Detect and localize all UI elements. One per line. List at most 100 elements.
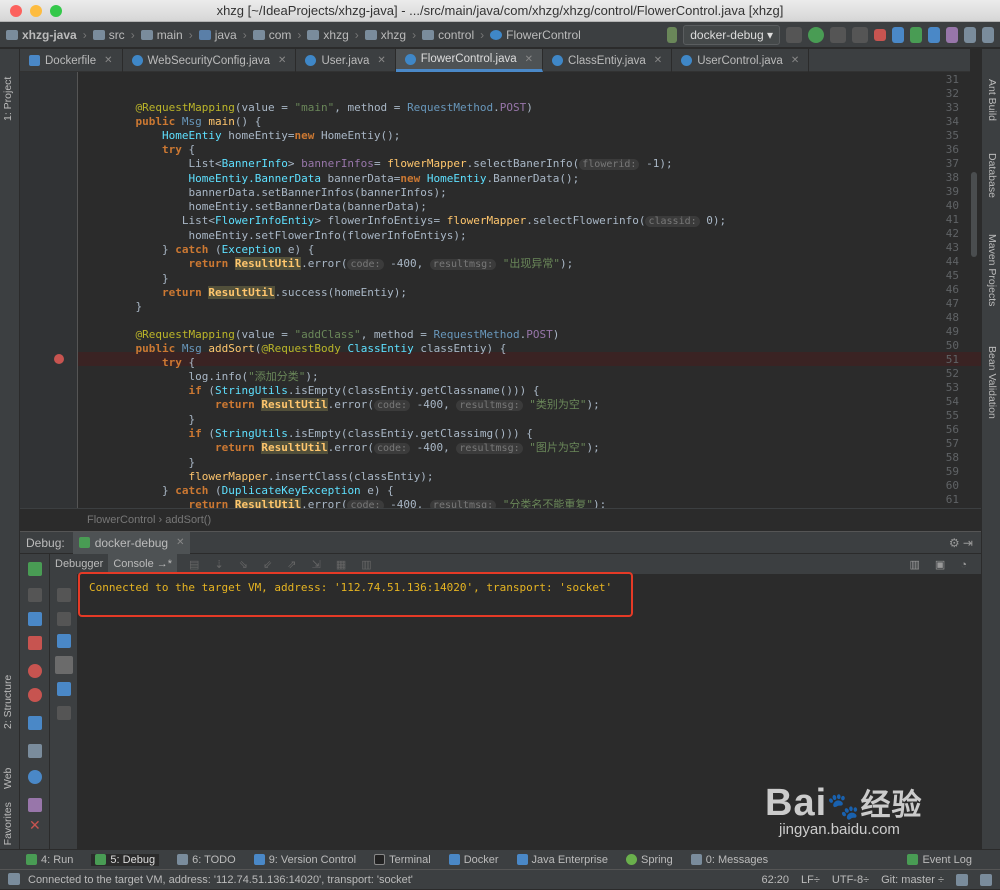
tool-event-log[interactable]: Event Log <box>907 854 972 866</box>
profile-icon[interactable] <box>852 27 868 43</box>
code-content[interactable]: @RequestMapping(value = "main", method =… <box>109 73 726 508</box>
file-encoding[interactable]: UTF-8÷ <box>832 870 869 890</box>
web-panel-toggle[interactable]: Web <box>2 768 14 789</box>
close-tab-icon[interactable]: ✕ <box>791 55 799 66</box>
stop-icon[interactable] <box>874 29 886 41</box>
revert-icon[interactable] <box>946 27 958 43</box>
inspector-icon[interactable] <box>980 874 992 886</box>
coverage-icon[interactable] <box>830 27 846 43</box>
line-number: 54 <box>945 395 959 408</box>
class-icon <box>681 55 693 66</box>
tab-user[interactable]: User.java ✕ <box>296 49 396 72</box>
debug-icon <box>78 537 90 548</box>
close-tab-icon[interactable]: ✕ <box>654 55 662 66</box>
breadcrumb-class-name[interactable]: FlowerControl <box>87 514 155 526</box>
close-tab-icon[interactable]: ✕ <box>176 537 184 548</box>
console-actions-toolbar <box>50 574 78 849</box>
scroll-to-end-icon[interactable] <box>55 656 73 674</box>
breadcrumb-project[interactable]: xhzg-java › <box>6 28 87 42</box>
tool-version-control[interactable]: 9: Version Control <box>253 854 356 866</box>
lock-icon[interactable] <box>956 874 968 886</box>
close-window-button[interactable] <box>10 5 22 17</box>
search-everywhere-icon[interactable] <box>982 27 994 43</box>
breadcrumb-src[interactable]: src › <box>92 28 135 42</box>
tool-run[interactable]: 4: Run <box>26 854 73 866</box>
tab-dockerfile[interactable]: Dockerfile ✕ <box>20 49 123 72</box>
debug-session-tab[interactable]: docker-debug ✕ <box>72 531 191 554</box>
tab-debugger[interactable]: Debugger <box>50 554 108 574</box>
get-thread-dump-icon[interactable] <box>28 716 42 730</box>
breakpoint-icon[interactable] <box>54 354 64 364</box>
breadcrumb-method-name[interactable]: addSort() <box>165 514 211 526</box>
breadcrumb-main[interactable]: main › <box>140 28 193 42</box>
project-structure-icon[interactable] <box>964 27 976 43</box>
debug-actions-toolbar: ✕ <box>20 554 50 849</box>
project-panel-toggle[interactable]: 1: Project <box>2 77 14 121</box>
tool-messages[interactable]: 0: Messages <box>690 854 768 866</box>
tool-docker[interactable]: Docker <box>448 854 499 866</box>
clear-all-icon[interactable] <box>57 706 71 720</box>
mute-breakpoints-icon[interactable] <box>28 688 42 702</box>
close-icon[interactable]: ✕ <box>29 818 41 834</box>
step-controls[interactable]: ▤ ⇣ ⇘ ⇙ ⇗ ⇲ ▦ ▥ <box>189 558 378 571</box>
breadcrumb-xhzg2[interactable]: xhzg › <box>364 28 416 42</box>
breadcrumb-com[interactable]: com › <box>252 28 301 42</box>
breadcrumb-class[interactable]: FlowerControl <box>490 28 581 42</box>
view-breakpoints-icon[interactable] <box>28 664 42 678</box>
tool-spring[interactable]: Spring <box>625 854 673 866</box>
structure-panel-toggle[interactable]: 2: Structure <box>2 675 14 729</box>
print-icon[interactable] <box>57 682 71 696</box>
close-tab-icon[interactable]: ✕ <box>278 55 286 66</box>
editor-scrollbar[interactable] <box>971 172 977 257</box>
layout-icons[interactable]: ▥ ▣ ◔ <box>909 558 973 571</box>
code-breadcrumb: FlowerControl › addSort() <box>20 508 981 530</box>
down-icon[interactable] <box>57 612 71 626</box>
breadcrumb-control[interactable]: control › <box>422 28 484 42</box>
tab-classentiy[interactable]: ClassEntiy.java ✕ <box>543 49 673 72</box>
settings-icon[interactable] <box>28 770 42 784</box>
minimize-window-button[interactable] <box>30 5 42 17</box>
maven-panel-toggle[interactable]: Maven Projects <box>986 234 998 306</box>
settings-icon[interactable]: ⚙ ⇥ <box>949 536 973 550</box>
vcs-history-icon[interactable] <box>928 27 940 43</box>
ant-build-panel-toggle[interactable]: Ant Build <box>986 79 998 121</box>
code-editor[interactable]: 31 32 33 34 35 36 37 38 39 40 41 42 43 44 45 46 47 48 49 50… <box>20 72 981 508</box>
up-icon[interactable] <box>57 588 71 602</box>
line-number-gutter[interactable] <box>20 72 78 508</box>
maximize-window-button[interactable] <box>50 5 62 17</box>
close-tab-icon[interactable]: ✕ <box>377 55 385 66</box>
line-number: 43 <box>945 241 959 254</box>
tab-flowercontrol[interactable]: FlowerControl.java ✕ <box>395 49 544 72</box>
soft-wrap-icon[interactable] <box>57 634 71 648</box>
resume-icon[interactable] <box>28 588 42 602</box>
close-tab-icon[interactable]: ✕ <box>104 55 112 66</box>
database-panel-toggle[interactable]: Database <box>986 153 998 198</box>
debug-icon[interactable] <box>808 27 824 43</box>
stop-icon[interactable] <box>28 636 42 650</box>
restore-layout-icon[interactable] <box>28 744 42 758</box>
run-icon[interactable] <box>786 27 802 43</box>
git-branch[interactable]: Git: master ÷ <box>881 870 944 890</box>
caret-position[interactable]: 62:20 <box>762 870 790 890</box>
tab-usercontrol[interactable]: UserControl.java ✕ <box>672 49 810 72</box>
tool-todo[interactable]: 6: TODO <box>177 854 236 866</box>
vcs-update-icon[interactable] <box>892 27 904 43</box>
tool-debug[interactable]: 5: Debug <box>91 853 160 866</box>
tab-console[interactable]: Console →* <box>108 554 178 574</box>
vcs-commit-icon[interactable] <box>910 27 922 43</box>
tab-websecurityconfig[interactable]: WebSecurityConfig.java ✕ <box>123 49 297 72</box>
line-number: 47 <box>945 297 959 310</box>
line-separator[interactable]: LF÷ <box>801 870 820 890</box>
build-icon[interactable] <box>667 27 678 43</box>
bean-validation-panel-toggle[interactable]: Bean Validation <box>986 346 998 419</box>
breadcrumb-java[interactable]: java › <box>198 28 247 42</box>
tool-terminal[interactable]: Terminal <box>374 854 431 866</box>
rerun-icon[interactable] <box>28 562 42 576</box>
run-config-select[interactable]: docker-debug ▾ <box>683 25 780 45</box>
tool-java-enterprise[interactable]: Java Enterprise <box>516 854 608 866</box>
breadcrumb-xhzg[interactable]: xhzg › <box>307 28 359 42</box>
pause-icon[interactable] <box>28 612 42 626</box>
tool-windows-icon[interactable] <box>8 873 20 885</box>
close-tab-icon[interactable]: ✕ <box>525 54 533 65</box>
pin-icon[interactable] <box>28 798 42 812</box>
